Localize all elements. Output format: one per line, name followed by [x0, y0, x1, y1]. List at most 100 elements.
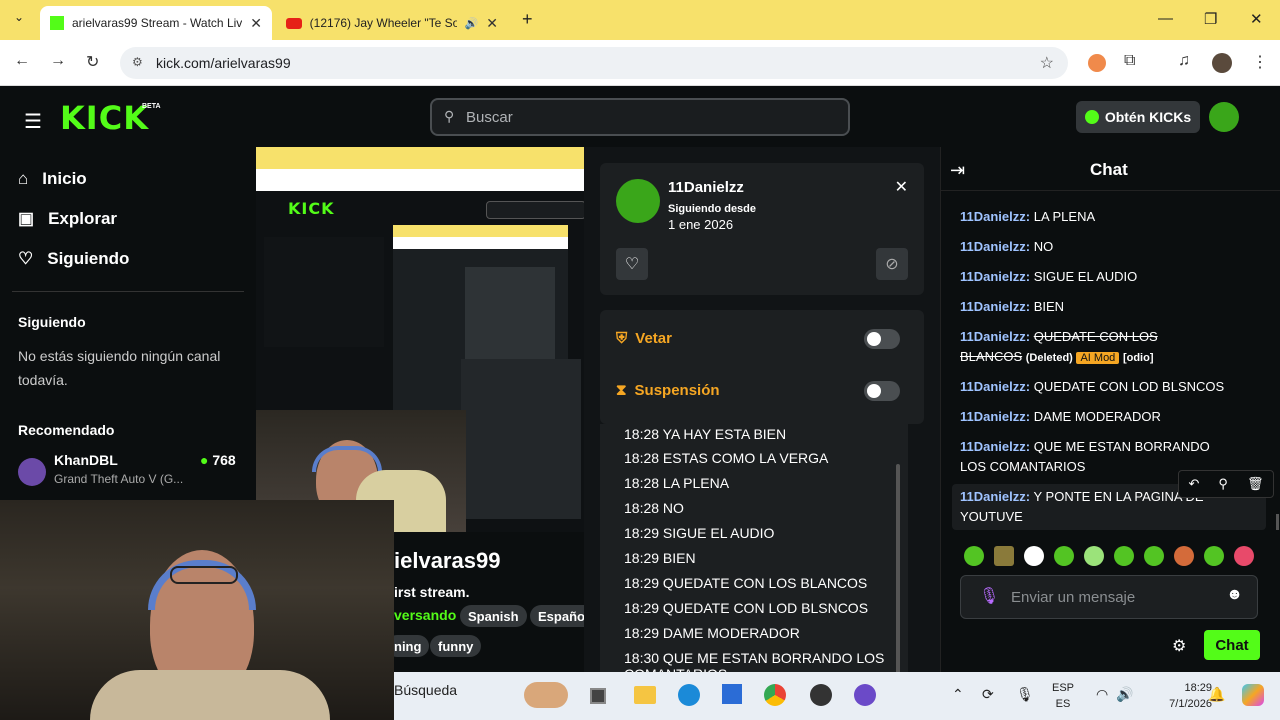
sync-icon[interactable]: ⟳ — [982, 686, 994, 703]
trash-icon[interactable]: 🗑 — [1247, 476, 1264, 492]
emote-icon[interactable] — [994, 546, 1014, 566]
get-kicks-button[interactable]: Obtén KICKs — [1076, 101, 1200, 133]
ai-mod-badge: AI Mod — [1076, 352, 1120, 364]
user-avatar[interactable] — [1209, 102, 1239, 132]
store-icon[interactable] — [722, 684, 742, 704]
address-bar[interactable]: ⚙ kick.com/arielvaras99 ☆ — [120, 47, 1068, 79]
nav-label: Siguiendo — [47, 249, 130, 268]
url-text: kick.com/arielvaras99 — [156, 55, 291, 71]
emote-icon[interactable] — [1114, 546, 1134, 566]
emote-icon[interactable] — [1024, 546, 1044, 566]
emote-icon[interactable] — [1084, 546, 1104, 566]
chat-message[interactable]: 11Danielzz: BIEN — [960, 297, 1230, 317]
emote-icon[interactable] — [1204, 546, 1224, 566]
recommended-title: Recomendado — [18, 422, 115, 438]
chat-scrollbar[interactable] — [1276, 514, 1279, 530]
reload-icon[interactable]: ↻ — [86, 52, 99, 72]
restore-icon[interactable]: ❐ — [1204, 10, 1217, 28]
chat-divider — [940, 190, 1280, 191]
chat-message[interactable]: 11Danielzz: SIGUE EL AUDIO — [960, 267, 1230, 287]
nav-item-siguiendo[interactable]: ♡ Siguiendo — [18, 249, 129, 269]
tag-spanish[interactable]: Spanish — [460, 605, 527, 627]
speaker-icon[interactable]: 🔊 — [465, 17, 479, 30]
edge-icon[interactable] — [678, 684, 700, 706]
extension-icon[interactable] — [1088, 54, 1106, 72]
media-control-icon[interactable]: ♫ — [1178, 52, 1190, 70]
recommended-channel[interactable]: KhanDBL Grand Theft Auto V (G... ● 768 — [18, 452, 246, 492]
back-icon[interactable]: ← — [14, 52, 30, 70]
kick-logo[interactable]: KICK — [60, 99, 149, 137]
more-menu-icon[interactable]: ⋮ — [1252, 52, 1268, 72]
tray-chevron-icon[interactable]: ⌃ — [952, 686, 964, 703]
search-input[interactable]: ⚲ Buscar — [430, 98, 850, 136]
chrome-icon[interactable] — [764, 684, 786, 706]
emoji-icon[interactable]: ☻ — [1226, 586, 1243, 604]
nav-item-explorar[interactable]: ▣ Explorar — [18, 209, 117, 229]
undo-icon[interactable]: ↶ — [1189, 476, 1200, 492]
tab-youtube[interactable]: (12176) Jay Wheeler "Te Soñé 🔊 ✕ — [276, 6, 508, 40]
close-window-icon[interactable]: ✕ — [1250, 10, 1263, 28]
emote-icon[interactable] — [1144, 546, 1164, 566]
hourglass-icon: ⧗ — [616, 382, 627, 399]
close-tab-icon[interactable]: ✕ — [486, 15, 498, 32]
history-scrollbar[interactable] — [896, 464, 900, 674]
tab-menu-icon[interactable]: ⌄ — [8, 10, 30, 30]
file-explorer-icon[interactable] — [634, 686, 656, 704]
chat-message[interactable]: 11Danielzz: NO — [960, 237, 1230, 257]
chat-message[interactable]: 11Danielzz: DAME MODERADOR — [960, 407, 1230, 427]
timeout-toggle[interactable] — [864, 381, 900, 401]
emote-icon[interactable] — [1054, 546, 1074, 566]
stream-category[interactable]: versando — [394, 607, 456, 623]
kick-favicon-icon — [50, 16, 64, 30]
nested-sidebar — [264, 237, 384, 347]
mic-tray-icon[interactable]: 🎙 — [1016, 686, 1034, 703]
bookmark-star-icon[interactable]: ☆ — [1040, 53, 1054, 73]
follow-heart-button[interactable]: ♡ — [616, 248, 648, 280]
nav-item-inicio[interactable]: ⌂ Inicio — [18, 169, 87, 189]
ban-label: Vetar — [635, 330, 672, 347]
forward-icon[interactable]: → — [50, 52, 66, 70]
taskbar-search-label[interactable]: Búsqueda — [394, 682, 457, 698]
chat-message-deleted[interactable]: 11Danielzz: QUEDATE CON LOS BLANCOS (Del… — [960, 327, 1210, 368]
tag-funny[interactable]: funny — [430, 635, 482, 657]
close-icon[interactable]: ✕ — [895, 177, 908, 197]
hamburger-menu-icon[interactable]: ☰ — [24, 109, 42, 134]
ban-toggle[interactable] — [864, 329, 900, 349]
copilot-icon[interactable] — [1242, 684, 1264, 706]
history-line: 18:29 DAME MODERADOR — [624, 625, 800, 641]
close-tab-icon[interactable]: ✕ — [250, 15, 262, 32]
task-view-icon[interactable] — [590, 688, 606, 704]
emote-icon[interactable] — [1234, 546, 1254, 566]
language-indicator[interactable]: ESP ES — [1052, 682, 1074, 710]
notification-bell-icon[interactable]: 🔔 — [1208, 686, 1225, 703]
settings-gear-icon[interactable]: ⚙ — [1172, 636, 1186, 656]
stream-title: irst stream. — [394, 584, 470, 600]
new-tab-icon[interactable]: + — [522, 9, 533, 30]
minimize-icon[interactable]: — — [1158, 10, 1173, 27]
volume-icon[interactable]: 🔊 — [1116, 686, 1133, 703]
extensions-puzzle-icon[interactable]: ⧉ — [1124, 52, 1135, 70]
nav-label: Explorar — [48, 209, 118, 228]
emote-icon[interactable] — [964, 546, 984, 566]
tab-kick[interactable]: arielvaras99 Stream - Watch Live ✕ — [40, 6, 272, 40]
chat-input[interactable]: 🎙 Enviar un mensaje ☻ — [960, 575, 1258, 619]
chat-message[interactable]: 11Danielzz: QUEDATE CON LOD BLSNCOS — [960, 377, 1230, 397]
obs-icon[interactable] — [810, 684, 832, 706]
send-chat-button[interactable]: Chat — [1204, 630, 1260, 660]
chat-message[interactable]: 11Danielzz: LA PLENA — [960, 207, 1230, 227]
pin-icon[interactable]: ⚲ — [1218, 476, 1228, 492]
emote-icon[interactable] — [1174, 546, 1194, 566]
message-history[interactable]: 18:28 YA HAY ESTA BIEN 18:28 ESTAS COMO … — [600, 424, 908, 676]
home-icon: ⌂ — [18, 169, 29, 188]
wifi-icon[interactable]: ◠ — [1096, 686, 1108, 703]
chat-app-icon[interactable] — [854, 684, 876, 706]
search-icon: ⚲ — [444, 108, 455, 124]
collapse-chat-icon[interactable]: ⇥ — [950, 160, 965, 181]
microphone-icon[interactable]: 🎙 — [979, 586, 999, 606]
timeout-label: Suspensión — [634, 382, 720, 399]
history-line: 18:28 YA HAY ESTA BIEN — [624, 426, 787, 442]
profile-avatar[interactable] — [1212, 53, 1232, 73]
clock[interactable]: 18:29 7/1/2026 — [1154, 682, 1212, 710]
mute-mic-button[interactable]: ⊘ — [876, 248, 908, 280]
site-info-icon[interactable]: ⚙ — [132, 55, 143, 69]
